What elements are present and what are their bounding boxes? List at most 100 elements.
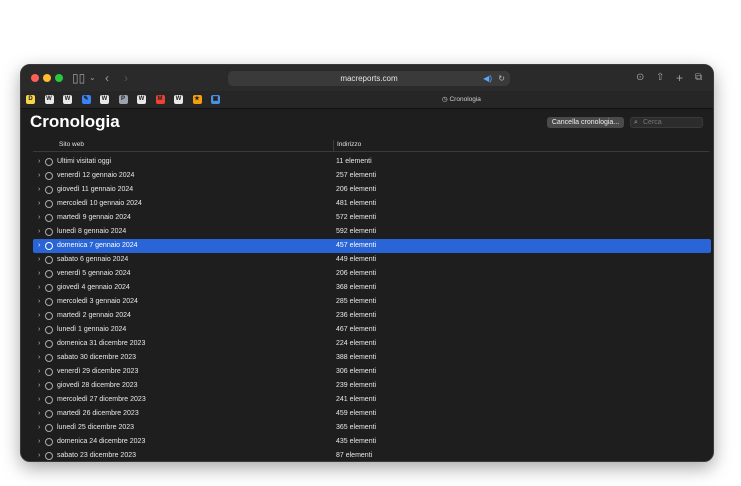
share-icon[interactable]: ⇧: [656, 70, 664, 86]
history-row[interactable]: › martedì 2 gennaio 2024 236 elementi: [33, 309, 711, 323]
tab-overview-icon[interactable]: ⧉: [695, 70, 702, 86]
history-item-count: 241 elementi: [336, 396, 377, 403]
favorite-icon[interactable]: W: [44, 95, 54, 104]
history-date-label: martedì 9 gennaio 2024: [57, 214, 131, 221]
history-row[interactable]: › sabato 30 dicembre 2023 388 elementi: [33, 351, 711, 365]
download-icon[interactable]: ⊙: [636, 70, 644, 86]
history-row[interactable]: › martedì 26 dicembre 2023 459 elementi: [33, 407, 711, 421]
clock-icon: [45, 438, 53, 446]
chevron-right-icon[interactable]: ›: [38, 298, 40, 306]
column-header-address[interactable]: Indirizzo: [337, 141, 361, 148]
history-row[interactable]: › sabato 6 gennaio 2024 449 elementi: [33, 253, 711, 267]
history-row[interactable]: › venerdì 12 gennaio 2024 257 elementi: [33, 169, 711, 183]
clock-icon: [45, 242, 53, 250]
back-icon[interactable]: ‹: [105, 70, 109, 86]
chevron-right-icon[interactable]: ›: [38, 200, 40, 208]
chevron-right-icon[interactable]: ›: [38, 354, 40, 362]
favorite-icon[interactable]: W: [63, 95, 72, 104]
chevron-right-icon[interactable]: ›: [38, 158, 40, 166]
minimize-window-button[interactable]: [43, 74, 51, 82]
zoom-window-button[interactable]: [55, 74, 63, 82]
favorite-icon[interactable]: P: [118, 95, 128, 104]
column-divider[interactable]: [333, 140, 334, 151]
page-title: Cronologia: [30, 112, 120, 131]
history-date-label: Ultimi visitati oggi: [57, 158, 112, 165]
chevron-right-icon[interactable]: ›: [38, 312, 40, 320]
history-row[interactable]: › mercoledì 3 gennaio 2024 285 elementi: [33, 295, 711, 309]
favorites-bar: D W W ✎ W P W M W ★ ▣ ◷ Cronologia: [21, 91, 713, 109]
sidebar-toggle-icon[interactable]: ▯▯: [72, 70, 85, 86]
history-row[interactable]: › domenica 24 dicembre 2023 435 elementi: [33, 435, 711, 449]
history-row[interactable]: › giovedì 11 gennaio 2024 206 elementi: [33, 183, 711, 197]
history-date-label: martedì 26 dicembre 2023: [57, 410, 139, 417]
history-item-count: 368 elementi: [336, 284, 377, 291]
clear-history-button[interactable]: Cancella cronologia...: [547, 117, 624, 128]
history-row[interactable]: › domenica 31 dicembre 2023 224 elementi: [33, 337, 711, 351]
chevron-right-icon[interactable]: ›: [38, 452, 40, 460]
search-icon: ⌕: [634, 119, 638, 126]
history-item-count: 285 elementi: [336, 298, 377, 305]
history-row[interactable]: › mercoledì 27 dicembre 2023 241 elementi: [33, 393, 711, 407]
clock-icon: [45, 382, 53, 390]
chevron-right-icon[interactable]: ›: [38, 382, 40, 390]
history-row[interactable]: › giovedì 4 gennaio 2024 368 elementi: [33, 281, 711, 295]
favorite-icon[interactable]: M: [155, 95, 165, 104]
favorite-icon[interactable]: W: [137, 95, 146, 104]
search-field[interactable]: ⌕: [630, 117, 703, 128]
chevron-right-icon[interactable]: ›: [38, 256, 40, 264]
close-window-button[interactable]: [31, 74, 39, 82]
chevron-right-icon[interactable]: ›: [38, 368, 40, 376]
chevron-right-icon[interactable]: ›: [38, 326, 40, 334]
chevron-right-icon[interactable]: ›: [38, 340, 40, 348]
favorite-icon[interactable]: ▣: [211, 95, 220, 104]
history-row[interactable]: › Ultimi visitati oggi 11 elementi: [33, 155, 711, 169]
history-row[interactable]: › venerdì 29 dicembre 2023 306 elementi: [33, 365, 711, 379]
favorite-icon[interactable]: ✎: [81, 95, 91, 104]
speaker-icon[interactable]: ◀): [483, 71, 492, 86]
chevron-down-icon[interactable]: ⌄: [89, 70, 96, 86]
favorite-icon[interactable]: W: [100, 95, 109, 104]
history-item-count: 457 elementi: [336, 242, 377, 249]
clock-icon: [45, 228, 53, 236]
chevron-right-icon[interactable]: ›: [38, 172, 40, 180]
history-row[interactable]: › domenica 7 gennaio 2024 457 elementi: [33, 239, 711, 253]
history-item-count: 11 elementi: [336, 158, 372, 165]
favorite-icon[interactable]: D: [26, 95, 35, 104]
forward-icon[interactable]: ›: [124, 70, 128, 86]
column-header-site[interactable]: Sito web: [59, 141, 84, 148]
history-row[interactable]: › lunedì 25 dicembre 2023 365 elementi: [33, 421, 711, 435]
reload-icon[interactable]: ↻: [498, 71, 505, 86]
chevron-right-icon[interactable]: ›: [38, 284, 40, 292]
search-input[interactable]: [643, 118, 701, 127]
address-bar[interactable]: macreports.com ◀) ↻: [228, 71, 510, 86]
chevron-right-icon[interactable]: ›: [38, 438, 40, 446]
history-row[interactable]: › lunedì 1 gennaio 2024 467 elementi: [33, 323, 711, 337]
history-list: › Ultimi visitati oggi 11 elementi › venerdì…: [33, 155, 711, 461]
chevron-right-icon[interactable]: ›: [38, 410, 40, 418]
history-row[interactable]: › venerdì 5 gennaio 2024 206 elementi: [33, 267, 711, 281]
clock-icon: [45, 340, 53, 348]
chevron-right-icon[interactable]: ›: [38, 228, 40, 236]
chevron-right-icon[interactable]: ›: [38, 214, 40, 222]
history-row[interactable]: › lunedì 8 gennaio 2024 592 elementi: [33, 225, 711, 239]
history-row[interactable]: › martedì 9 gennaio 2024 572 elementi: [33, 211, 711, 225]
history-row[interactable]: › mercoledì 10 gennaio 2024 481 elementi: [33, 197, 711, 211]
favorite-icon[interactable]: W: [174, 95, 183, 104]
history-item-count: 435 elementi: [336, 438, 377, 445]
history-row[interactable]: › sabato 23 dicembre 2023 87 elementi: [33, 449, 711, 461]
history-item-count: 206 elementi: [336, 186, 377, 193]
chevron-right-icon[interactable]: ›: [38, 270, 40, 278]
chevron-right-icon[interactable]: ›: [38, 186, 40, 194]
history-page: Cronologia Cancella cronologia... ⌕ Sito…: [21, 109, 713, 461]
history-date-label: venerdì 5 gennaio 2024: [57, 270, 131, 277]
chevron-right-icon[interactable]: ›: [38, 396, 40, 404]
history-item-count: 365 elementi: [336, 424, 377, 431]
clock-icon: [45, 284, 53, 292]
new-tab-icon[interactable]: +: [676, 70, 683, 86]
active-tab[interactable]: ◷ Cronologia: [442, 95, 481, 103]
chevron-right-icon[interactable]: ›: [38, 242, 40, 250]
favorite-icon[interactable]: ★: [192, 95, 202, 104]
history-row[interactable]: › giovedì 28 dicembre 2023 239 elementi: [33, 379, 711, 393]
history-date-label: domenica 24 dicembre 2023: [57, 438, 146, 445]
chevron-right-icon[interactable]: ›: [38, 424, 40, 432]
